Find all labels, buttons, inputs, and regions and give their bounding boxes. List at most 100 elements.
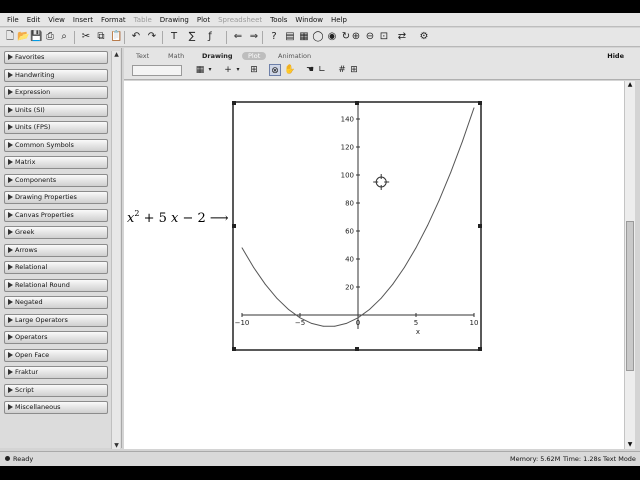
palette-arrows[interactable]: Arrows [4,243,108,257]
x-tick-label: 0 [356,319,360,327]
pan-hand-icon[interactable]: ✋ [284,64,296,76]
palette-scrollbar[interactable]: ▲ ▼ [111,51,120,449]
palette-item-label: Common Symbols [15,140,74,149]
hand-icon[interactable]: ☚ [304,64,316,76]
menu-file[interactable]: File [3,16,23,24]
chevron-down-icon[interactable]: ▾ [204,64,216,76]
circle-icon[interactable]: ◯ [312,31,324,43]
new-document-icon[interactable]: 🗋 [4,31,16,43]
stop-icon[interactable]: ◉ [326,31,338,43]
tab-animation[interactable]: Animation [278,52,311,60]
palette-common-symbols[interactable]: Common Symbols [4,138,108,152]
zoom-out-icon[interactable]: ⊖ [364,31,376,43]
expand-triangle-icon [8,299,13,305]
copy-icon[interactable]: ⧉ [95,31,107,43]
zoom-in-icon[interactable]: ⊕ [350,31,362,43]
palette-negated[interactable]: Negated [4,296,108,309]
expand-triangle-icon [8,54,13,60]
menu-view[interactable]: View [44,16,69,24]
back-icon[interactable]: ⇐ [232,31,244,43]
undo-icon[interactable]: ↶ [130,31,142,43]
paste-icon[interactable]: 📋 [110,31,122,43]
table-grid-icon[interactable]: ⊞ [348,64,360,76]
table-grid-icon[interactable]: # [336,64,348,76]
menu-window[interactable]: Window [291,16,327,24]
scroll-thumb[interactable] [626,221,634,371]
menu-drawing[interactable]: Drawing [156,16,193,24]
menu-spreadsheet[interactable]: Spreadsheet [214,16,266,24]
document-canvas[interactable]: x2 + 5 x − 2 ⟶ −10 −5 0 5 10 20 40 60 80 100 120 14… [124,81,624,449]
palette-operators[interactable]: Operators [4,331,108,344]
image-icon[interactable]: ▤ [284,31,296,43]
palette-relational[interactable]: Relational [4,261,108,274]
math-icon[interactable]: ∑ [186,31,198,43]
palette-expression[interactable]: Expression [4,86,108,99]
print-icon[interactable]: ⎙ [44,31,56,43]
hide-button[interactable]: Hide [607,52,624,60]
palette-handwriting[interactable]: Handwriting [4,68,108,82]
palette-matrix[interactable]: Matrix [4,156,108,169]
zoom-fit-icon[interactable]: ⊡ [378,31,390,43]
document-scrollbar[interactable]: ▲ ▼ [624,81,635,449]
status-bar: Ready Memory: 5.62M Time: 1.28s Text Mod… [0,451,640,466]
cut-icon[interactable]: ✂ [80,31,92,43]
menu-edit[interactable]: Edit [23,16,45,24]
axes-icon[interactable]: ⊞ [248,64,260,76]
palette-large-operators[interactable]: Large Operators [4,313,108,327]
swap-icon[interactable]: ⇄ [396,31,408,43]
grid-icon[interactable]: ▦ [298,31,310,43]
menu-bar: File Edit View Insert Format Table Drawing Plot… [0,13,640,27]
palette-drawing-properties[interactable]: Drawing Properties [4,191,108,204]
palette-units-si[interactable]: Units (SI) [4,103,108,117]
menu-help[interactable]: Help [327,16,351,24]
scroll-down-icon[interactable]: ▼ [626,441,634,449]
palette-script[interactable]: Script [4,383,108,397]
y-tick-label: 20 [345,284,354,292]
resize-handle [478,347,482,351]
open-icon[interactable]: 📂 [17,31,29,43]
memory-readout: Memory: 5.62M [510,455,561,463]
style-field[interactable] [132,65,182,76]
corner-icon[interactable]: ∟ [316,64,328,76]
text-icon[interactable]: T [168,31,180,43]
print-preview-icon[interactable]: ⌕ [58,31,70,43]
menu-format[interactable]: Format [97,16,130,24]
status-text: Ready [13,455,34,463]
scroll-down-icon[interactable]: ▼ [113,442,120,449]
x-tick-label: −10 [235,319,250,327]
select-icon[interactable]: ⊗ [269,64,281,76]
math-expression[interactable]: x2 + 5 x − 2 ⟶ [127,209,229,226]
chevron-down-icon[interactable]: ▾ [232,64,244,76]
tab-plot[interactable]: Plot [242,52,267,60]
settings-icon[interactable]: ⚙ [418,31,430,43]
redo-icon[interactable]: ↷ [146,31,158,43]
menu-insert[interactable]: Insert [69,16,97,24]
palette-greek[interactable]: Greek [4,226,108,239]
data-point [322,325,324,327]
palette-canvas-properties[interactable]: Canvas Properties [4,208,108,222]
data-point [346,323,347,324]
help-icon[interactable]: ? [268,31,280,43]
palette-components[interactable]: Components [4,173,108,187]
forward-icon[interactable]: ⇒ [248,31,260,43]
data-point [334,325,336,327]
menu-tools[interactable]: Tools [266,16,291,24]
palette-favorites[interactable]: Favorites [4,51,108,64]
palette-fraktur[interactable]: Fraktur [4,366,108,379]
scroll-up-icon[interactable]: ▲ [113,51,120,58]
tab-text[interactable]: Text [136,52,149,60]
palette-miscellaneous[interactable]: Miscellaneous [4,401,108,414]
palette-relational-round[interactable]: Relational Round [4,278,108,292]
menu-plot[interactable]: Plot [193,16,214,24]
palette-units-fps[interactable]: Units (FPS) [4,121,108,134]
save-icon[interactable]: 💾 [30,31,42,43]
scroll-up-icon[interactable]: ▲ [626,81,634,89]
tab-math[interactable]: Math [168,52,184,60]
function-icon[interactable]: ƒ [204,31,216,43]
data-point [404,267,405,268]
menu-table[interactable]: Table [130,16,156,24]
palette-open-face[interactable]: Open Face [4,348,108,362]
tab-drawing[interactable]: Drawing [202,52,233,60]
x-axis-label: x [416,328,420,336]
function-plot[interactable]: −10 −5 0 5 10 20 40 60 80 100 120 140 x [232,101,482,351]
